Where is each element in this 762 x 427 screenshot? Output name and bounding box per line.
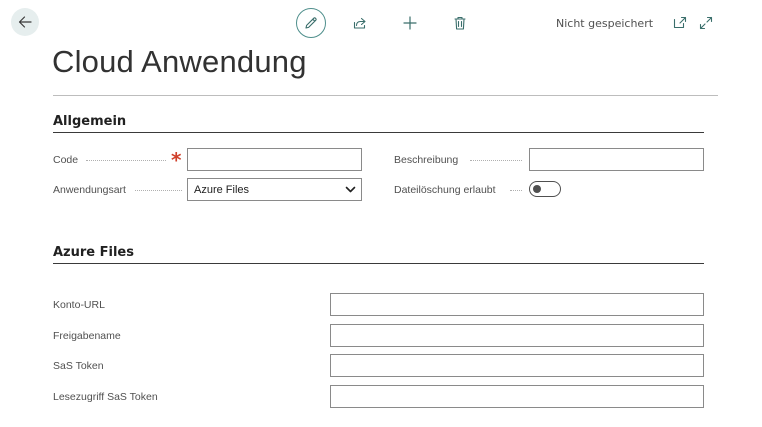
description-input[interactable] [529,148,704,171]
section-divider-general [53,132,704,133]
page-title: Cloud Anwendung [52,44,307,79]
trash-icon [454,16,466,30]
arrow-left-icon [18,16,32,28]
section-divider-azure-files [53,263,704,264]
account-url-label: Konto-URL [53,299,105,311]
file-deletion-label: Dateilöschung erlaubt [394,184,496,196]
pencil-icon [305,17,317,29]
edit-button[interactable] [296,8,326,38]
expand-button[interactable] [696,13,716,33]
back-button[interactable] [11,8,39,36]
delete-button[interactable] [450,13,470,33]
plus-icon [403,16,417,30]
app-type-label: Anwendungsart [53,184,126,196]
open-new-window-button[interactable] [670,13,690,33]
open-in-new-window-icon [673,16,687,29]
code-leader-dots [86,160,166,161]
app-type-leader-dots [135,190,182,191]
expand-icon [699,16,713,30]
sas-token-label: SaS Token [53,360,104,372]
section-title-azure-files: Azure Files [53,245,134,260]
app-type-value: Azure Files [194,183,250,196]
app-type-select[interactable]: Azure Files [187,178,362,201]
code-input[interactable] [187,148,362,171]
description-label: Beschreibung [394,154,459,166]
file-deletion-toggle[interactable] [529,181,561,197]
share-name-input[interactable] [330,324,704,347]
new-button[interactable] [400,13,420,33]
read-sas-token-input[interactable] [330,385,704,408]
share-icon [353,17,366,29]
chevron-down-icon [345,186,356,193]
title-divider [53,95,718,96]
save-status: Nicht gespeichert [556,17,654,30]
required-indicator: * [171,148,182,172]
account-url-input[interactable] [330,293,704,316]
sas-token-input[interactable] [330,354,704,377]
code-label: Code [53,154,79,166]
toggle-knob [533,185,541,193]
share-button[interactable] [350,13,370,33]
share-name-label: Freigabename [53,330,121,342]
section-title-general: Allgemein [53,114,127,129]
description-leader-dots [470,160,522,161]
read-sas-token-label: Lesezugriff SaS Token [53,391,158,403]
file-deletion-leader-dots [510,190,522,191]
